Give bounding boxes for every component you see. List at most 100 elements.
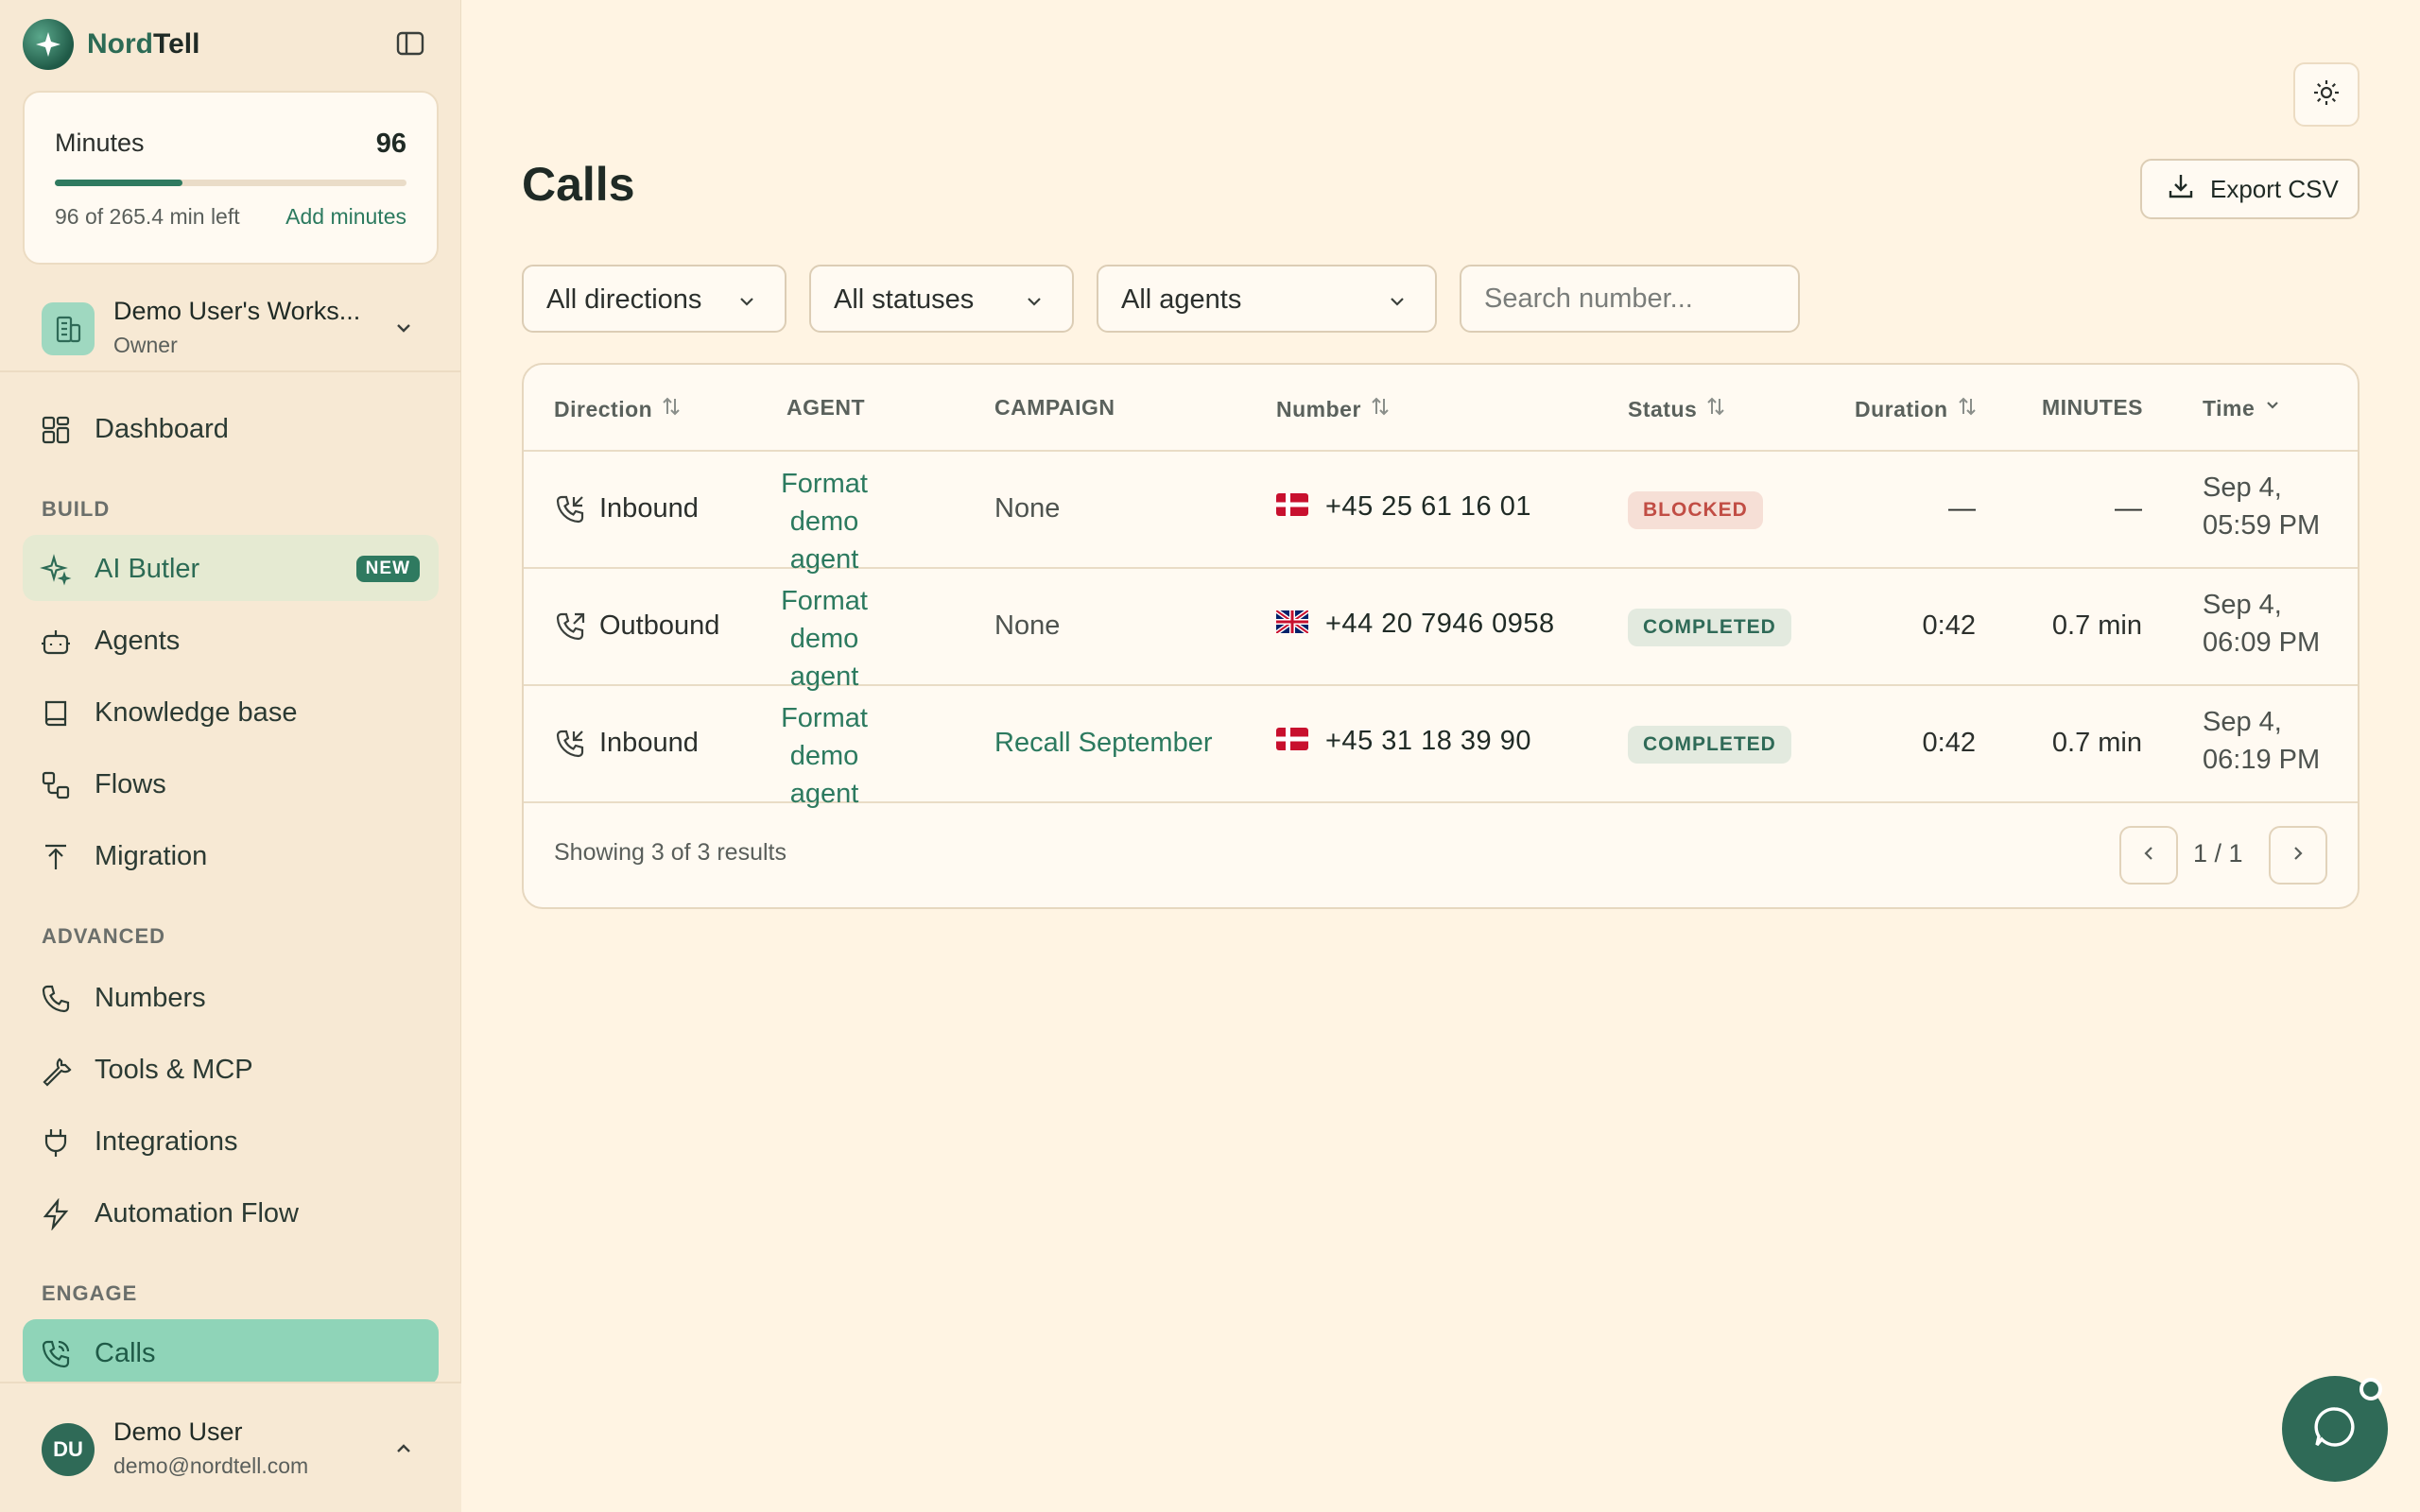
sidebar-item-flows[interactable]: Flows <box>23 750 439 816</box>
sidebar-item-label: Automation Flow <box>95 1198 299 1228</box>
col-header-label: Duration <box>1855 396 1948 421</box>
agent-filter[interactable]: All agents <box>1097 265 1437 333</box>
col-header-duration[interactable]: Duration <box>1855 395 1979 423</box>
time-clock: 05:59 PM <box>2203 510 2321 541</box>
sort-icon <box>1361 395 1392 423</box>
notification-dot <box>2360 1378 2382 1400</box>
time-clock: 06:19 PM <box>2203 745 2321 775</box>
sort-icon <box>1697 395 1727 423</box>
minutes-value: 96 <box>375 129 406 159</box>
minutes-card: Minutes 96 96 of 265.4 min left Add minu… <box>23 91 439 265</box>
number-cell: +45 31 18 39 90 <box>1325 726 1531 756</box>
add-minutes-link[interactable]: Add minutes <box>285 204 406 230</box>
number-cell: +44 20 7946 0958 <box>1325 609 1555 639</box>
minutes-cell: — <box>2115 493 2142 524</box>
sidebar-item-calls[interactable]: Calls <box>23 1319 439 1385</box>
minutes-cell: 0.7 min <box>2051 728 2142 758</box>
col-header-time[interactable]: Time <box>2203 395 2283 421</box>
sidebar-item-ai-butler[interactable]: AI Butler NEW <box>23 535 439 601</box>
sidebar-item-agents[interactable]: Agents <box>23 607 439 673</box>
sidebar-item-dashboard[interactable]: Dashboard <box>23 395 439 461</box>
next-page-button[interactable] <box>2269 826 2327 885</box>
status-filter[interactable]: All statuses <box>809 265 1074 333</box>
direction-filter-value: All directions <box>546 284 702 315</box>
sidebar-item-migration[interactable]: Migration <box>23 822 439 888</box>
export-csv-button[interactable]: Export CSV <box>2140 159 2360 219</box>
table-row[interactable]: Outbound Format demo agent None +44 20 7… <box>524 569 2358 692</box>
direction-filter[interactable]: All directions <box>522 265 786 333</box>
col-header-campaign: CAMPAIGN <box>994 395 1115 421</box>
sidebar-item-label: Calls <box>95 1338 156 1368</box>
minutes-progress-fill <box>55 180 182 186</box>
sidebar-item-integrations[interactable]: Integrations <box>23 1108 439 1174</box>
chevron-right-icon <box>2287 842 2309 869</box>
table-row[interactable]: Inbound Format demo agent None +45 25 61… <box>524 452 2358 575</box>
sidebar-item-label: Migration <box>95 841 208 871</box>
user-menu[interactable]: DU Demo User demo@nordtell.com <box>0 1382 461 1512</box>
download-icon <box>2167 172 2210 207</box>
agent-link[interactable]: Format demo agent <box>758 699 890 813</box>
time-date: Sep 4, <box>2203 590 2282 620</box>
col-header-direction[interactable]: Direction <box>554 395 683 423</box>
table-row[interactable]: Inbound Format demo agent Recall Septemb… <box>524 686 2358 809</box>
minutes-left-text: 96 of 265.4 min left <box>55 204 240 229</box>
chevron-down-icon <box>1386 289 1409 320</box>
duration-cell: 0:42 <box>1922 728 1976 758</box>
col-header-label: AGENT <box>786 395 865 420</box>
time-cell: Sep 4, 05:59 PM <box>2203 469 2320 544</box>
brand[interactable]: NordTell <box>23 19 199 70</box>
agent-name-line: Format <box>781 586 868 616</box>
chat-bubble-icon <box>2310 1402 2360 1456</box>
minutes-label: Minutes <box>55 129 145 157</box>
sun-icon <box>2311 77 2342 112</box>
results-count: Showing 3 of 3 results <box>554 839 786 866</box>
uk-flag-icon <box>1274 608 1310 636</box>
sidebar-item-label: Dashboard <box>95 414 229 444</box>
user-name: Demo User <box>113 1418 243 1446</box>
col-header-label: Direction <box>554 396 653 421</box>
workspace-role: Owner <box>113 333 178 357</box>
upload-arrow-icon <box>40 841 72 873</box>
workspace-switcher[interactable]: Demo User's Works... Owner <box>42 297 439 363</box>
col-header-label: Status <box>1628 396 1698 421</box>
col-header-status[interactable]: Status <box>1628 395 1727 423</box>
theme-toggle-button[interactable] <box>2293 62 2360 127</box>
agent-filter-value: All agents <box>1121 284 1242 315</box>
time-date: Sep 4, <box>2203 707 2282 737</box>
time-date: Sep 4, <box>2203 472 2282 503</box>
agent-link[interactable]: Format demo agent <box>758 465 890 578</box>
sort-icon <box>1948 395 1979 423</box>
chevron-down-icon <box>391 316 416 345</box>
sidebar-item-tools[interactable]: Tools & MCP <box>23 1036 439 1102</box>
previous-page-button[interactable] <box>2119 826 2178 885</box>
flows-icon <box>40 769 72 801</box>
lightning-icon <box>40 1197 72 1231</box>
status-badge: COMPLETED <box>1628 726 1791 764</box>
sidebar-item-knowledge-base[interactable]: Knowledge base <box>23 679 439 745</box>
chevron-left-icon <box>2137 842 2160 869</box>
duration-cell: 0:42 <box>1922 610 1976 641</box>
building-icon <box>42 302 95 355</box>
wrench-icon <box>40 1055 72 1087</box>
sparkles-icon <box>40 554 72 586</box>
campaign-link[interactable]: Recall September <box>994 728 1213 759</box>
sidebar-item-automation-flow[interactable]: Automation Flow <box>23 1179 439 1246</box>
col-header-minutes: MINUTES <box>2042 395 2143 421</box>
direction-cell: Inbound <box>599 728 699 758</box>
search-number-input[interactable] <box>1460 265 1800 333</box>
col-header-label: Number <box>1276 396 1361 421</box>
campaign-cell: None <box>994 493 1061 524</box>
sidebar-item-label: Agents <box>95 626 181 656</box>
avatar: DU <box>42 1423 95 1476</box>
direction-cell: Outbound <box>599 610 720 641</box>
status-badge: BLOCKED <box>1628 491 1763 529</box>
col-header-number[interactable]: Number <box>1276 395 1392 423</box>
chevron-down-icon <box>2255 395 2283 421</box>
agent-link[interactable]: Format demo agent <box>758 582 890 696</box>
minutes-cell: 0.7 min <box>2051 610 2142 641</box>
sidebar-toggle-icon[interactable] <box>395 28 429 62</box>
denmark-flag-icon <box>1276 728 1308 750</box>
brand-logo-icon <box>23 19 74 70</box>
status-badge: COMPLETED <box>1628 609 1791 646</box>
sidebar-item-numbers[interactable]: Numbers <box>23 964 439 1030</box>
